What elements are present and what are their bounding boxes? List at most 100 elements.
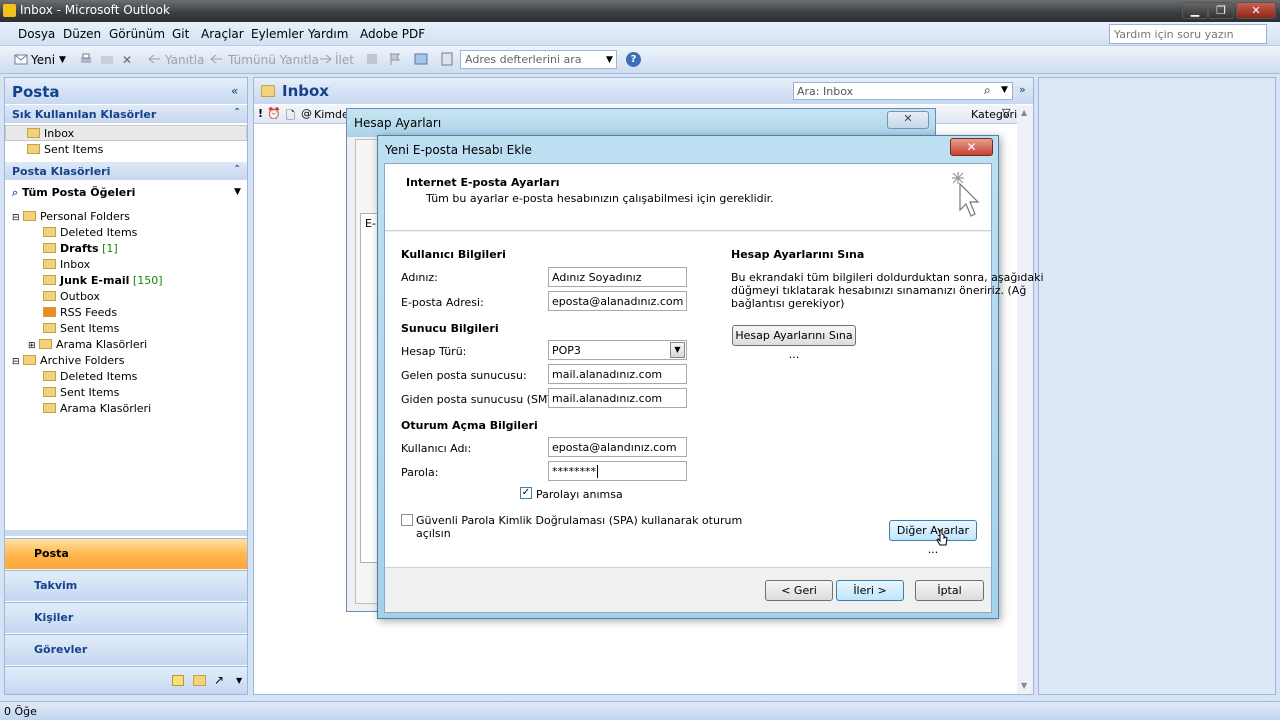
reply-button[interactable]: Yanıtla xyxy=(165,53,204,67)
drafts-folder-icon xyxy=(43,243,56,253)
close-button[interactable]: ✕ xyxy=(1236,2,1276,19)
nav-button-calendar[interactable]: Takvim xyxy=(5,570,247,601)
favorites-header[interactable]: Sık Kullanılan Klasörler xyxy=(5,105,247,123)
outgoing-server-field[interactable]: mail.alanadınız.com xyxy=(548,388,687,408)
send-receive-icon[interactable] xyxy=(414,52,428,66)
email-field[interactable]: eposta@alanadınız.com xyxy=(548,291,687,311)
name-label: Adınız: xyxy=(401,271,438,284)
account-type-label: Hesap Türü: xyxy=(401,345,467,358)
splitter-handle[interactable] xyxy=(5,530,247,536)
print-icon[interactable] xyxy=(79,52,93,66)
search-icon[interactable]: ⌕ xyxy=(984,83,991,98)
mail-folders-header[interactable]: Posta Klasörleri xyxy=(5,162,247,180)
folder-personal-folders[interactable]: ⊟ Personal Folders xyxy=(12,210,130,223)
toolbar: Yeni ▼ ✕ Yanıtla Tümünü Yanıtla İlet Adr… xyxy=(0,46,1280,74)
mouse-pointer-icon xyxy=(936,529,948,546)
configure-buttons-icon[interactable]: ▼ xyxy=(236,676,242,685)
collapse-pane-icon[interactable]: « xyxy=(231,84,238,98)
help-search-input[interactable]: Yardım için soru yazın xyxy=(1109,24,1267,44)
incoming-server-field[interactable]: mail.alanadınız.com xyxy=(548,364,687,384)
menu-git[interactable]: Git xyxy=(172,27,189,41)
minimize-button[interactable]: ▁ xyxy=(1182,2,1208,19)
shortcuts-icon[interactable]: ↗ xyxy=(214,673,224,687)
categorize-icon[interactable] xyxy=(365,52,379,66)
inbox-search-input[interactable]: Ara: Inbox xyxy=(793,82,1013,100)
scroll-down-arrow-icon[interactable]: ▼ xyxy=(1021,681,1027,690)
username-field[interactable]: eposta@alandınız.com xyxy=(548,437,687,457)
remember-password-checkbox[interactable]: ✓ xyxy=(520,487,532,499)
next-button[interactable]: İleri > xyxy=(836,580,904,601)
dialog-subheading: Tüm bu ayarlar e-posta hesabınızın çalış… xyxy=(426,192,774,205)
test-account-settings-button[interactable]: Hesap Ayarlarını Sına ... xyxy=(732,325,856,361)
account-type-dropdown-icon[interactable]: ▼ xyxy=(670,342,685,358)
nav-pane-title: Posta xyxy=(5,78,247,104)
all-items-dropdown-icon[interactable]: ▼ xyxy=(234,187,241,197)
account-settings-close-button[interactable]: ✕ xyxy=(887,111,929,129)
address-book-icon[interactable] xyxy=(440,52,454,66)
reminder-column-icon[interactable]: ⏰ xyxy=(267,107,281,120)
new-dropdown-arrow-icon[interactable]: ▼ xyxy=(59,55,66,65)
dialog-header: Internet E-posta Ayarları Tüm bu ayarlar… xyxy=(385,164,991,231)
archive-deleted-items[interactable]: Deleted Items xyxy=(43,370,137,383)
menu-yardim[interactable]: Yardım xyxy=(308,27,348,41)
new-button[interactable]: Yeni xyxy=(31,53,55,67)
all-mail-items-selector[interactable]: ⌕ Tüm Posta Öğeleri xyxy=(12,186,135,200)
menu-gorunum[interactable]: Görünüm xyxy=(109,27,165,41)
folder-drafts[interactable]: Drafts [1] xyxy=(43,242,118,255)
filter-icon[interactable]: ▽ xyxy=(1002,106,1010,119)
password-label: Parola: xyxy=(401,466,439,479)
folders-collapse-icon[interactable]: ⌃ xyxy=(233,164,241,175)
nav-button-mail[interactable]: Posta xyxy=(5,538,247,569)
test-description-line3: bağlantısı gerekiyor) xyxy=(731,297,845,310)
search-options-icon[interactable]: ▼ xyxy=(1001,85,1008,95)
address-book-search-input[interactable]: Adres defterlerini ara xyxy=(460,50,617,69)
favorites-collapse-icon[interactable]: ⌃ xyxy=(233,107,241,118)
folder-rss-feeds[interactable]: RSS Feeds xyxy=(43,306,117,319)
name-field[interactable]: Adınız Soyadınız xyxy=(548,267,687,287)
delete-icon[interactable]: ✕ xyxy=(122,53,132,67)
folder-search-folders[interactable]: ⊞ Arama Klasörleri xyxy=(28,338,147,351)
menu-araclar[interactable]: Araçlar xyxy=(201,27,244,41)
forward-button[interactable]: İlet xyxy=(335,53,354,67)
inbox-scrollbar[interactable]: ▲ ▼ xyxy=(1017,106,1033,694)
menu-eylemler[interactable]: Eylemler xyxy=(251,27,304,41)
expand-search-icon[interactable]: » xyxy=(1019,83,1026,96)
account-type-select[interactable]: POP3 xyxy=(548,340,687,360)
cancel-button[interactable]: İptal xyxy=(915,580,984,601)
address-dropdown-arrow-icon[interactable]: ▼ xyxy=(606,55,613,65)
folder-archive-folders[interactable]: ⊟ Archive Folders xyxy=(12,354,124,367)
move-to-folder-icon[interactable] xyxy=(100,52,114,66)
menu-dosya[interactable]: Dosya xyxy=(18,27,55,41)
folder-inbox[interactable]: Inbox xyxy=(43,258,90,271)
password-field[interactable]: ******** xyxy=(548,461,687,481)
favorite-inbox[interactable]: Inbox xyxy=(27,127,74,140)
maximize-button[interactable]: ❐ xyxy=(1208,2,1234,19)
nav-button-tasks[interactable]: Görevler xyxy=(5,634,247,665)
archive-search-folders[interactable]: Arama Klasörleri xyxy=(43,402,151,415)
folder-deleted-items[interactable]: Deleted Items xyxy=(43,226,137,239)
folder-outbox[interactable]: Outbox xyxy=(43,290,100,303)
back-button[interactable]: < Geri xyxy=(765,580,833,601)
favorite-sent-items[interactable]: Sent Items xyxy=(27,143,103,156)
importance-column-icon[interactable]: ! xyxy=(258,107,263,120)
attachment-column-icon[interactable]: @ xyxy=(301,107,312,120)
archive-sent-items[interactable]: Sent Items xyxy=(43,386,119,399)
folder-junk-email[interactable]: Junk E-mail [150] xyxy=(43,274,163,287)
flag-icon[interactable] xyxy=(388,52,402,66)
folder-icon xyxy=(43,387,56,397)
folder-sent-items[interactable]: Sent Items xyxy=(43,322,119,335)
nav-button-contacts[interactable]: Kişiler xyxy=(5,602,247,633)
icon-column-icon[interactable]: 🗋 xyxy=(286,107,295,126)
folder-list-icon[interactable] xyxy=(193,675,206,686)
reply-all-button[interactable]: Tümünü Yanıtla xyxy=(228,53,319,67)
spa-checkbox[interactable] xyxy=(401,514,413,526)
help-icon[interactable]: ? xyxy=(626,52,641,67)
dialog-close-button[interactable]: ✕ xyxy=(950,138,993,156)
more-settings-button[interactable]: Diğer Ayarlar ... xyxy=(889,520,977,556)
menu-duzen[interactable]: Düzen xyxy=(63,27,101,41)
reply-all-icon xyxy=(210,54,222,64)
tab-email-fragment[interactable]: E- xyxy=(365,217,376,230)
scroll-up-arrow-icon[interactable]: ▲ xyxy=(1021,108,1027,117)
menu-adobe-pdf[interactable]: Adobe PDF xyxy=(360,27,425,41)
notes-icon[interactable] xyxy=(172,675,184,686)
